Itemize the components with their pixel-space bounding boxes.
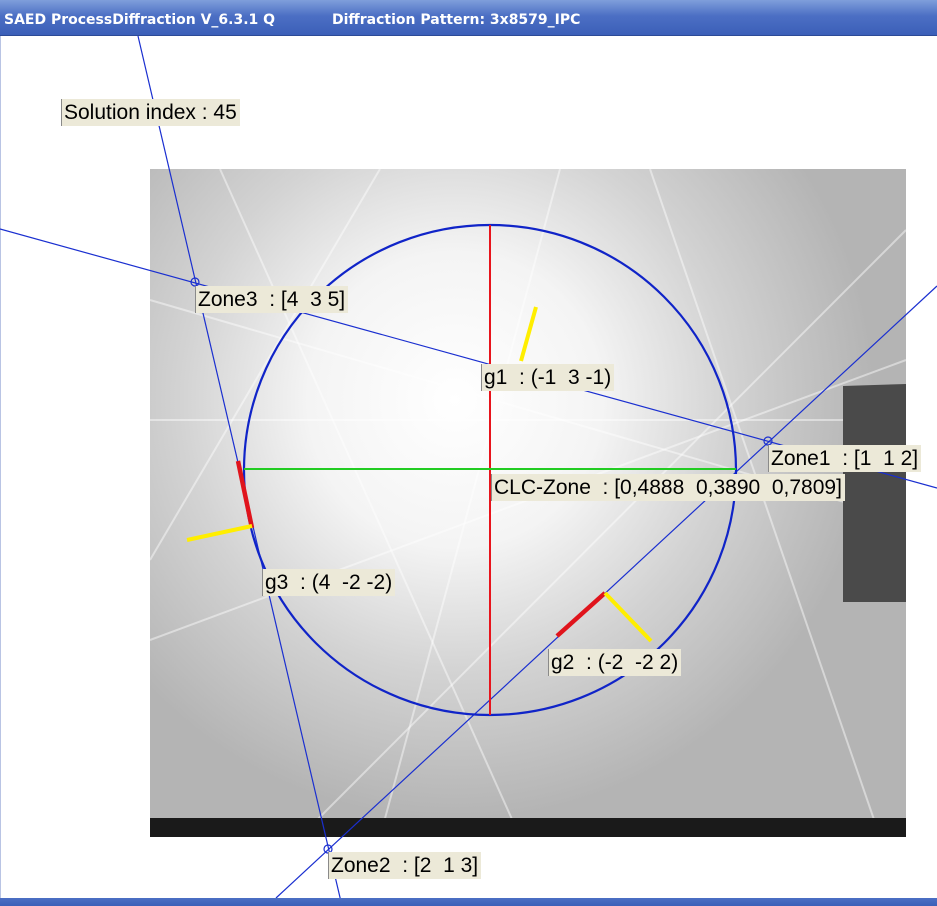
g2-label: g2 : (-2 -2 2) <box>548 649 682 676</box>
solution-index-label: Solution index : 45 <box>61 99 240 126</box>
diffraction-image <box>149 168 907 838</box>
beam-stop <box>843 384 906 602</box>
zone2-label: Zone2 : [2 1 3] <box>328 852 482 879</box>
g1-label: g1 : (-1 3 -1) <box>481 364 615 391</box>
clc-zone-label: CLC-Zone : [0,4888 0,3890 0,7809] <box>491 474 845 501</box>
window-bottom-border <box>0 898 937 906</box>
detector-edge <box>150 818 906 837</box>
zone1-label: Zone1 : [1 1 2] <box>768 445 922 472</box>
zone3-label: Zone3 : [4 3 5] <box>195 286 349 313</box>
g3-label: g3 : (4 -2 -2) <box>262 569 396 596</box>
